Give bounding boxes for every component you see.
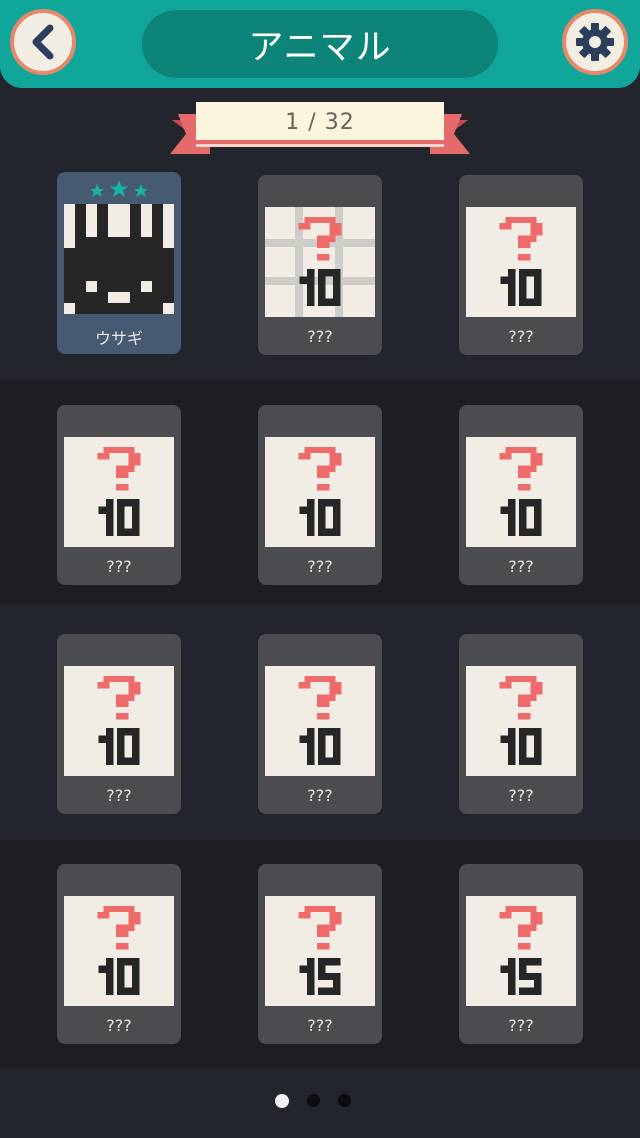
- locked-thumbnail: [265, 896, 375, 1006]
- title-pill: アニマル: [142, 10, 498, 78]
- back-button[interactable]: [10, 9, 76, 75]
- locked-thumbnail: [466, 437, 576, 547]
- page-indicator[interactable]: [0, 1094, 640, 1108]
- question-mark-icon: [298, 447, 342, 491]
- question-mark-icon: [499, 447, 543, 491]
- grid-size-digits: [98, 728, 140, 765]
- question-mark-icon: [499, 676, 543, 720]
- locked-thumbnail: [466, 896, 576, 1006]
- grid-size-digits: [98, 499, 140, 536]
- puzzle-card-locked[interactable]: ???: [258, 864, 382, 1044]
- grid-size-digits: [299, 728, 341, 765]
- puzzle-card-locked[interactable]: ???: [459, 634, 583, 814]
- puzzle-card-label: ???: [508, 557, 534, 576]
- puzzle-card-locked[interactable]: ???: [258, 405, 382, 585]
- header-bar: アニマル: [0, 0, 640, 88]
- question-mark-icon: [298, 906, 342, 950]
- puzzle-card-label: ???: [106, 557, 132, 576]
- puzzle-card-locked[interactable]: ???: [459, 405, 583, 585]
- grid-size-digits: [98, 958, 140, 995]
- page-title: アニマル: [248, 27, 392, 68]
- page-dot[interactable]: [338, 1094, 351, 1107]
- settings-button[interactable]: [562, 9, 628, 75]
- grid-size-digits: [500, 499, 542, 536]
- grid-size-digits: [500, 728, 542, 765]
- puzzle-card-locked[interactable]: ???: [57, 405, 181, 585]
- grid-size-digits: [500, 269, 542, 306]
- puzzle-card-locked[interactable]: ???: [258, 175, 382, 355]
- page-dot[interactable]: [307, 1094, 320, 1107]
- locked-thumbnail: [265, 207, 375, 317]
- puzzle-card-label: ???: [307, 327, 333, 346]
- locked-thumbnail: [64, 666, 174, 776]
- question-mark-icon: [499, 906, 543, 950]
- question-mark-icon: [97, 906, 141, 950]
- locked-thumbnail: [466, 666, 576, 776]
- question-mark-icon: [97, 447, 141, 491]
- grid-size-digits: [299, 958, 341, 995]
- puzzle-card-label: ???: [307, 1016, 333, 1035]
- puzzle-card-locked[interactable]: ???: [459, 864, 583, 1044]
- puzzle-card-label: ???: [307, 786, 333, 805]
- puzzle-card-locked[interactable]: ???: [57, 634, 181, 814]
- question-mark-icon: [298, 676, 342, 720]
- progress-counter: 1 / 32: [285, 110, 355, 135]
- three-stars-icon: [90, 180, 148, 197]
- grid-size-digits: [299, 499, 341, 536]
- locked-thumbnail: [265, 666, 375, 776]
- locked-thumbnail: [466, 207, 576, 317]
- chevron-left-icon: [32, 24, 54, 60]
- puzzle-card-label: ウサギ: [94, 329, 143, 348]
- locked-thumbnail: [64, 437, 174, 547]
- rabbit-pixel-art: [64, 204, 174, 314]
- puzzle-card-label: ???: [307, 557, 333, 576]
- puzzle-card-locked[interactable]: ???: [258, 634, 382, 814]
- gear-icon: [576, 23, 614, 61]
- question-mark-icon: [97, 676, 141, 720]
- puzzle-card-label: ???: [508, 1016, 534, 1035]
- page-dot-active[interactable]: [275, 1094, 289, 1108]
- puzzle-card-rabbit[interactable]: ウサギ: [57, 172, 181, 354]
- question-mark-icon: [499, 217, 543, 261]
- puzzle-card-label: ???: [508, 786, 534, 805]
- puzzle-card-label: ???: [106, 786, 132, 805]
- locked-thumbnail: [265, 437, 375, 547]
- grid-size-digits: [500, 958, 542, 995]
- puzzle-card-locked[interactable]: ???: [459, 175, 583, 355]
- puzzle-card-label: ???: [106, 1016, 132, 1035]
- locked-thumbnail: [64, 896, 174, 1006]
- puzzle-card-locked[interactable]: ???: [57, 864, 181, 1044]
- puzzle-card-label: ???: [508, 327, 534, 346]
